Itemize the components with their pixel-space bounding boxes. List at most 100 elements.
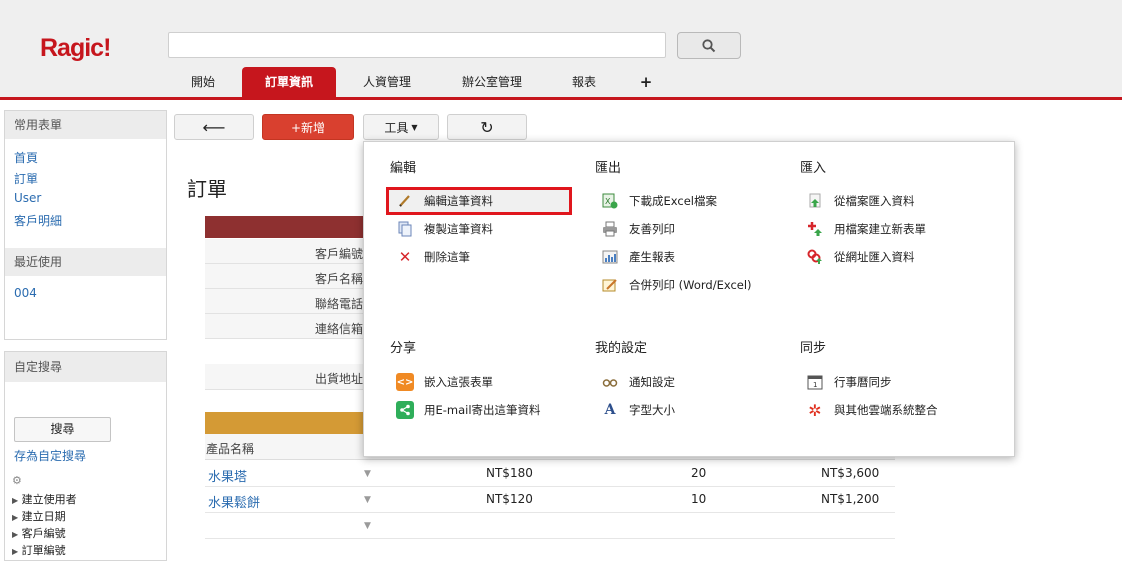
menu-item-label: 字型大小	[629, 403, 675, 417]
new-sheet-icon	[806, 220, 824, 238]
total-cell: NT$3,600	[821, 466, 880, 480]
copy-icon	[396, 220, 414, 238]
product-name-link[interactable]: 水果塔	[208, 466, 247, 485]
calendar-icon: 1	[806, 373, 824, 391]
glasses-icon	[601, 373, 619, 391]
menu-item-label: 與其他雲端系統整合	[834, 403, 938, 417]
favorites-title: 常用表單	[5, 111, 166, 139]
search-field-customer-id[interactable]: ▶ 客戶編號	[12, 525, 66, 541]
printer-icon	[601, 220, 619, 238]
menu-section-share: 分享	[390, 341, 417, 356]
tab-reports[interactable]: 報表	[560, 67, 608, 97]
menu-item-import-url[interactable]: 從網址匯入資料	[806, 246, 915, 268]
add-tab-button[interactable]: +	[632, 67, 660, 97]
menu-section-settings: 我的設定	[595, 341, 648, 356]
menu-item-print[interactable]: 友善列印	[601, 218, 675, 240]
menu-item-label: 編輯這筆資料	[424, 194, 493, 208]
column-product-name: 產品名稱	[206, 442, 255, 456]
chevron-down-icon[interactable]: ▼	[364, 495, 371, 505]
chevron-down-icon[interactable]: ▼	[364, 469, 371, 479]
custom-search-title: 自定搜尋	[5, 352, 166, 382]
field-label: 出貨地址	[314, 372, 363, 386]
tools-dropdown-button[interactable]: 工具 ▼	[363, 114, 439, 140]
total-cell: NT$1,200	[821, 492, 880, 506]
menu-item-label: 友善列印	[629, 222, 675, 236]
integration-icon: ✲	[808, 400, 822, 420]
table-row: 水果塔 ▼ NT$180 20 NT$3,600	[205, 461, 895, 487]
gear-icon[interactable]: ⚙	[12, 474, 22, 487]
menu-section-import: 匯入	[800, 161, 827, 176]
report-icon	[601, 248, 619, 266]
search-button[interactable]	[677, 32, 741, 59]
sidebar-item-user[interactable]: User	[14, 191, 41, 205]
field-label: 客戶名稱	[314, 272, 363, 286]
field-row-phone: 聯絡電話	[205, 289, 365, 314]
share-icon	[396, 401, 414, 419]
field-label: 連絡信箱	[314, 322, 363, 336]
product-name-link[interactable]: 水果鬆餅	[208, 492, 260, 511]
caret-down-icon: ▼	[411, 122, 418, 132]
page-title: 訂單	[187, 177, 227, 201]
field-row-email: 連絡信箱	[205, 314, 365, 339]
menu-item-calendar-sync[interactable]: 1 行事曆同步	[806, 371, 892, 393]
menu-item-notifications[interactable]: 通知設定	[601, 371, 675, 393]
sidebar-item-customers[interactable]: 客戶明細	[14, 212, 62, 229]
embed-code-icon: <>	[396, 373, 414, 391]
custom-search-panel: 自定搜尋 搜尋 存為自定搜尋 ⚙ ▶ 建立使用者 ▶ 建立日期 ▶ 客戶編號 ▶…	[4, 351, 167, 561]
chevron-down-icon[interactable]: ▼	[364, 521, 371, 531]
sidebar-item-home[interactable]: 首頁	[14, 149, 38, 166]
svg-text:X: X	[605, 197, 611, 206]
favorites-panel: 常用表單 首頁 訂單 User 客戶明細 最近使用 004	[4, 110, 167, 340]
mail-merge-icon	[601, 276, 619, 294]
menu-item-download-excel[interactable]: X 下載成Excel檔案	[601, 190, 717, 212]
svg-text:1: 1	[813, 381, 817, 389]
menu-item-generate-report[interactable]: 產生報表	[601, 246, 675, 268]
tab-hr[interactable]: 人資管理	[350, 67, 424, 97]
menu-item-import-file[interactable]: 從檔案匯入資料	[806, 190, 915, 212]
menu-item-new-sheet-from-file[interactable]: 用檔案建立新表單	[806, 218, 926, 240]
search-field-label: 訂單編號	[21, 544, 66, 557]
sidebar-item-orders[interactable]: 訂單	[14, 170, 38, 187]
custom-search-button[interactable]: 搜尋	[14, 417, 111, 442]
recent-title: 最近使用	[5, 248, 166, 276]
tab-order-info[interactable]: 訂單資訊	[242, 67, 336, 97]
menu-item-label: 用E-mail寄出這筆資料	[424, 403, 541, 417]
tab-start[interactable]: 開始	[173, 67, 233, 97]
tools-label: 工具	[384, 120, 409, 135]
refresh-button[interactable]: ↻	[447, 114, 527, 140]
new-record-button[interactable]: +新增	[262, 114, 354, 140]
menu-section-sync: 同步	[800, 341, 827, 356]
field-label: 聯絡電話	[314, 297, 363, 311]
pencil-icon	[396, 192, 414, 210]
field-label: 客戶編號	[314, 247, 363, 261]
search-input[interactable]	[168, 32, 666, 58]
menu-item-label: 產生報表	[629, 250, 675, 264]
menu-item-label: 用檔案建立新表單	[834, 222, 926, 236]
menu-item-embed-form[interactable]: <> 嵌入這張表單	[396, 371, 493, 393]
search-field-created-date[interactable]: ▶ 建立日期	[12, 508, 66, 524]
quantity-cell: 10	[691, 492, 707, 506]
menu-item-label: 行事曆同步	[834, 375, 892, 389]
search-field-order-id[interactable]: ▶ 訂單編號	[12, 542, 66, 558]
menu-item-mail-merge[interactable]: 合併列印 (Word/Excel)	[601, 274, 752, 296]
menu-item-email-record[interactable]: 用E-mail寄出這筆資料	[396, 399, 541, 421]
tab-office[interactable]: 辦公室管理	[447, 67, 537, 97]
price-cell: NT$180	[486, 466, 533, 480]
field-row-address: 出貨地址	[205, 364, 365, 390]
menu-item-cloud-integration[interactable]: ✲ 與其他雲端系統整合	[806, 399, 938, 421]
font-size-icon: A	[604, 402, 616, 418]
ragic-logo[interactable]: Ragic!	[40, 34, 111, 63]
menu-item-edit-record[interactable]: 編輯這筆資料	[396, 190, 493, 212]
menu-item-delete-record[interactable]: ✕ 刪除這筆	[396, 246, 470, 268]
menu-item-font-size[interactable]: A 字型大小	[601, 399, 675, 421]
menu-item-label: 從檔案匯入資料	[834, 194, 915, 208]
recent-item[interactable]: 004	[14, 286, 37, 300]
save-search-link[interactable]: 存為自定搜尋	[14, 447, 86, 464]
search-field-label: 客戶編號	[21, 527, 66, 540]
search-field-label: 建立日期	[21, 510, 66, 523]
menu-item-label: 從網址匯入資料	[834, 250, 915, 264]
search-field-creator[interactable]: ▶ 建立使用者	[12, 491, 77, 507]
menu-section-export: 匯出	[595, 161, 622, 176]
menu-item-copy-record[interactable]: 複製這筆資料	[396, 218, 493, 240]
back-button[interactable]: ⟵	[174, 114, 254, 140]
